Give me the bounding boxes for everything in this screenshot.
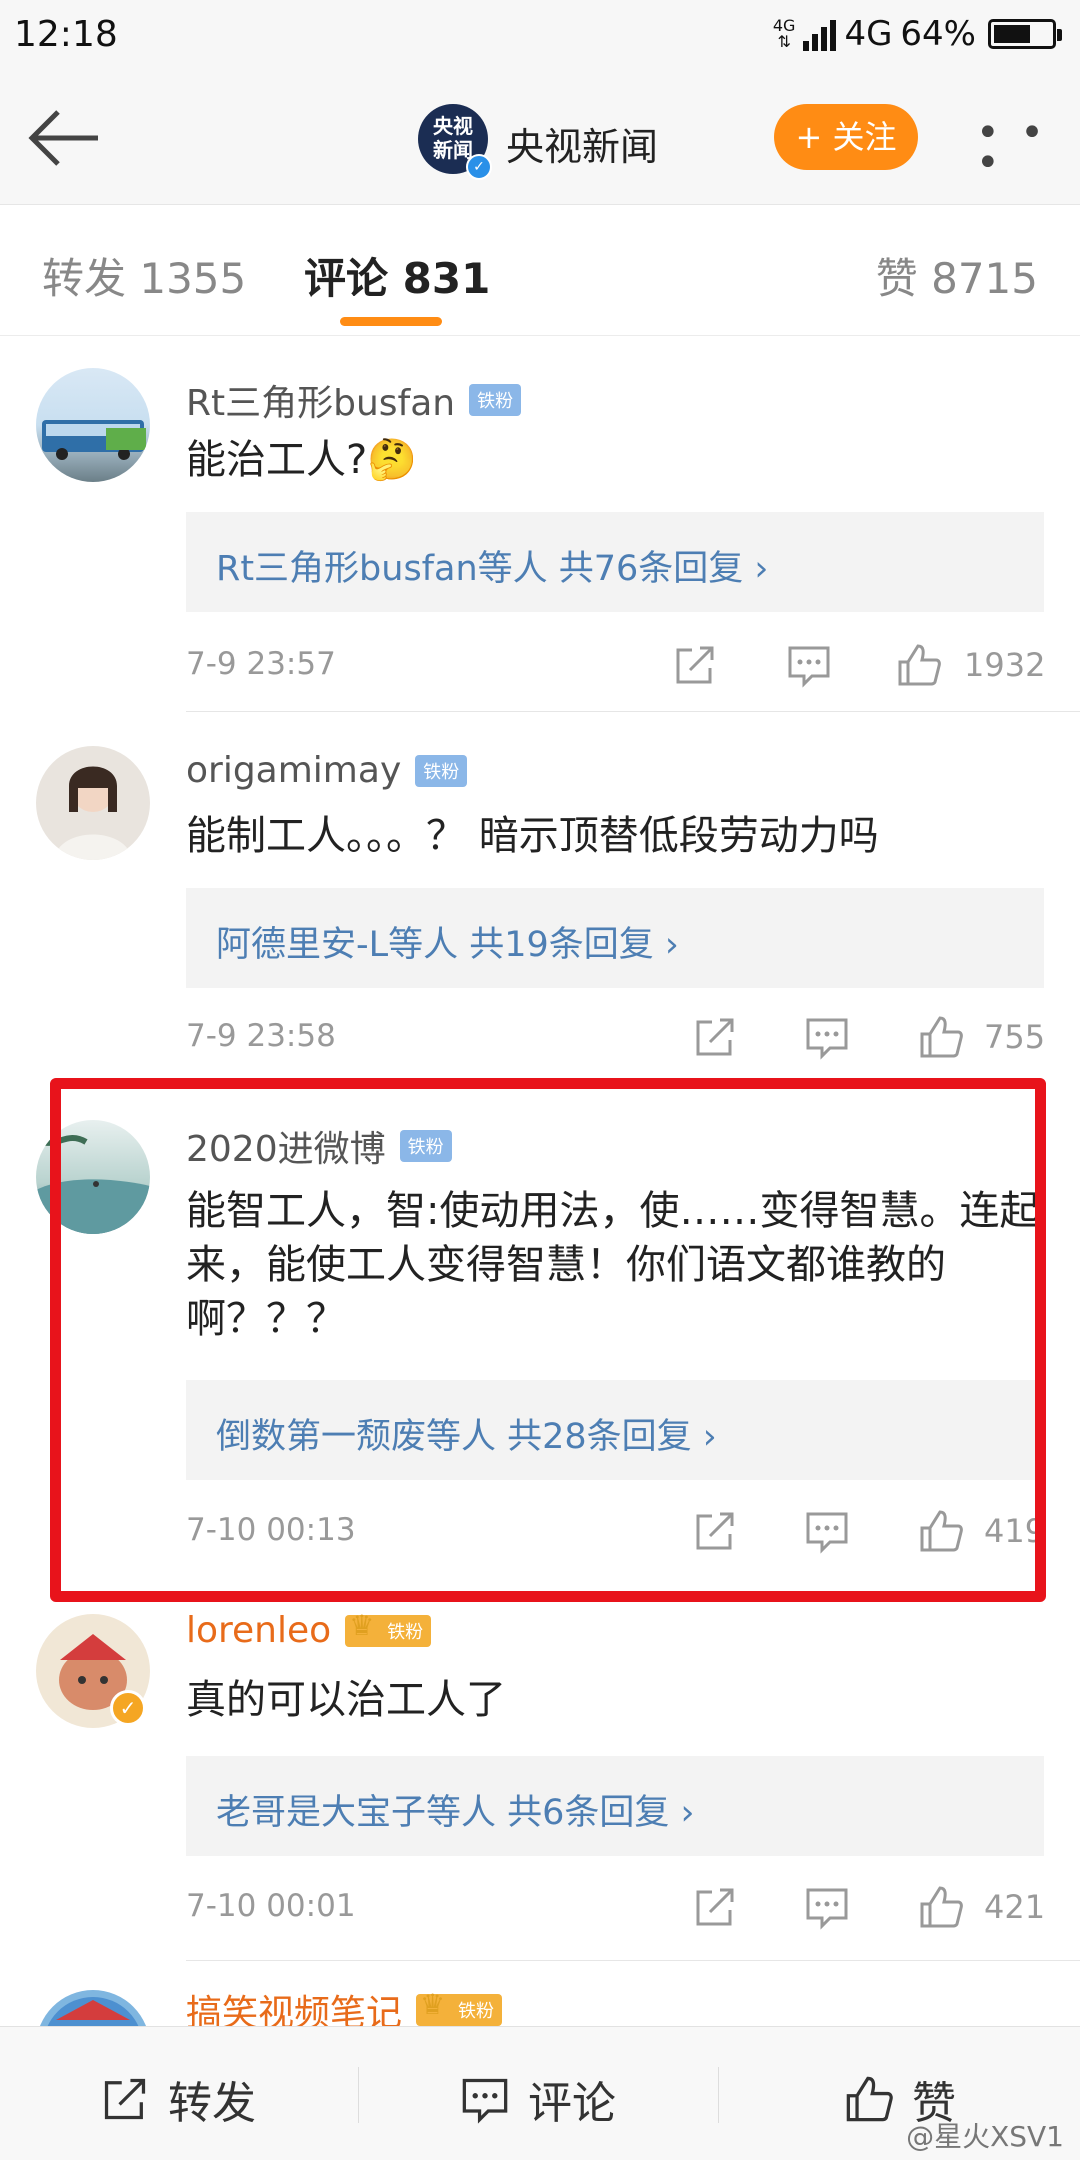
highlight-annotation-box	[50, 1078, 1046, 1602]
bottom-action-bar: 转发 评论 赞 @星火XSV1	[0, 2026, 1080, 2160]
reply-summary[interactable]: 阿德里安-L等人 共19条回复 ›	[186, 888, 1044, 988]
username-text: lorenleo	[186, 1610, 332, 1651]
person-avatar-image	[54, 766, 132, 860]
reply-icon[interactable]	[804, 1884, 850, 1930]
tab-comments[interactable]: 评论 831	[304, 245, 490, 306]
comment-label: 评论	[528, 2078, 616, 2129]
comment-actions: 755	[0, 1014, 1080, 1064]
comment-item: origamimay 铁粉 能制工人。。。？ 暗示顶替低段劳动力吗 阿德里安-L…	[0, 712, 1080, 1088]
repost-label: 转发	[168, 2078, 256, 2129]
avatar[interactable]	[36, 368, 150, 482]
tab-likes[interactable]: 赞 8715	[876, 245, 1038, 306]
tab-repost[interactable]: 转发 1355	[42, 245, 246, 306]
reply-summary[interactable]: 老哥是大宝子等人 共6条回复 ›	[186, 1756, 1044, 1856]
like-count: 421	[984, 1888, 1046, 1926]
status-indicators: 4G ⇅ 4G 64%	[772, 14, 1062, 54]
share-icon	[104, 2078, 146, 2120]
comment-actions: 421	[0, 1884, 1080, 1934]
tab-bar: 转发 1355 评论 831 赞 8715	[0, 204, 1080, 336]
like-icon	[846, 2076, 893, 2122]
comment-item: Rt三角形busfan 铁粉 能治工人?🤔 Rt三角形busfan等人 共76条…	[0, 336, 1080, 712]
separator	[358, 2067, 359, 2123]
header: 央视新闻 ✓ 央视新闻 + 关注 • • •	[0, 72, 1080, 204]
status-time: 12:18	[14, 14, 118, 55]
like-icon[interactable]	[918, 1014, 964, 1060]
repost-button[interactable]: 转发	[100, 2067, 256, 2131]
reply-summary-text: 阿德里安-L等人 共19条回复 ›	[216, 925, 679, 965]
comment-text: 能制工人。。。？ 暗示顶替低段劳动力吗	[186, 813, 879, 859]
fan-badge: ♛ 铁粉	[345, 1609, 432, 1647]
crown-icon: ♛	[420, 1988, 446, 2021]
comment-item: 搞笑视频笔记 ♛ 铁粉	[0, 1962, 1080, 2026]
verified-icon: ✓	[466, 154, 492, 180]
bus-avatar-image	[42, 420, 146, 460]
comment-button[interactable]: 评论	[460, 2067, 616, 2131]
reply-summary-text: 老哥是大宝子等人 共6条回复 ›	[216, 1793, 695, 1833]
comment-text: 真的可以治工人了	[186, 1677, 506, 1723]
account-logo-text: 央视新闻	[433, 114, 473, 162]
like-icon[interactable]	[918, 1884, 964, 1930]
more-options-button[interactable]: • • •	[976, 113, 1060, 183]
separator	[718, 2067, 719, 2123]
cartoon-avatar-image	[47, 1997, 139, 2026]
verified-icon: ✓	[110, 1690, 146, 1726]
network-label: 4G	[844, 14, 893, 54]
fan-badge-label: 铁粉	[387, 1621, 424, 1643]
avatar[interactable]	[36, 746, 150, 860]
reply-icon[interactable]	[804, 1014, 850, 1060]
active-tab-indicator	[340, 317, 442, 326]
comment-username[interactable]: origamimay 铁粉	[186, 750, 468, 791]
battery-icon	[988, 19, 1062, 49]
share-icon[interactable]	[692, 1884, 738, 1930]
fan-badge: 铁粉	[469, 384, 522, 416]
like-count: 1932	[964, 646, 1046, 684]
fan-badge-label: 铁粉	[458, 2001, 495, 2022]
fan-badge: ♛ 铁粉	[416, 1988, 503, 2026]
crown-icon: ♛	[349, 1608, 375, 1642]
comment-username[interactable]: lorenleo ♛ 铁粉	[186, 1609, 432, 1651]
like-icon[interactable]	[896, 642, 942, 688]
comment-text: 能治工人?🤔	[186, 437, 418, 483]
share-icon[interactable]	[692, 1014, 738, 1060]
like-count: 755	[984, 1018, 1046, 1056]
divider	[186, 1960, 1080, 1961]
comment-actions: 1932	[0, 642, 1080, 692]
back-button[interactable]	[24, 106, 104, 170]
username-text: 搞笑视频笔记	[186, 1993, 403, 2026]
comment-username[interactable]: 搞笑视频笔记 ♛ 铁粉	[186, 1984, 503, 2026]
avatar[interactable]	[36, 1990, 150, 2026]
signal-icon	[803, 17, 837, 51]
data-network-icon: 4G ⇅	[772, 16, 796, 51]
watermark: @星火XSV1	[906, 2120, 1064, 2153]
back-arrow-icon	[28, 110, 98, 166]
reply-summary[interactable]: Rt三角形busfan等人 共76条回复 ›	[186, 512, 1044, 612]
share-icon[interactable]	[672, 642, 718, 688]
fan-badge: 铁粉	[415, 754, 468, 787]
battery-percent: 64%	[900, 14, 976, 54]
comment-item: ✓ lorenleo ♛ 铁粉 真的可以治工人了 老哥是大宝子等人 共6条回复 ›…	[0, 1588, 1080, 1962]
comment-icon	[462, 2078, 508, 2124]
page-title: 央视新闻	[506, 125, 659, 169]
reply-icon[interactable]	[786, 642, 832, 688]
reply-summary-text: Rt三角形busfan等人 共76条回复 ›	[216, 549, 769, 589]
status-bar: 12:18 4G ⇅ 4G 64%	[0, 0, 1080, 72]
username-text: origamimay	[186, 750, 402, 791]
follow-button[interactable]: + 关注	[774, 104, 918, 170]
username-text: Rt三角形busfan	[186, 383, 456, 424]
comment-username[interactable]: Rt三角形busfan 铁粉	[186, 374, 522, 426]
